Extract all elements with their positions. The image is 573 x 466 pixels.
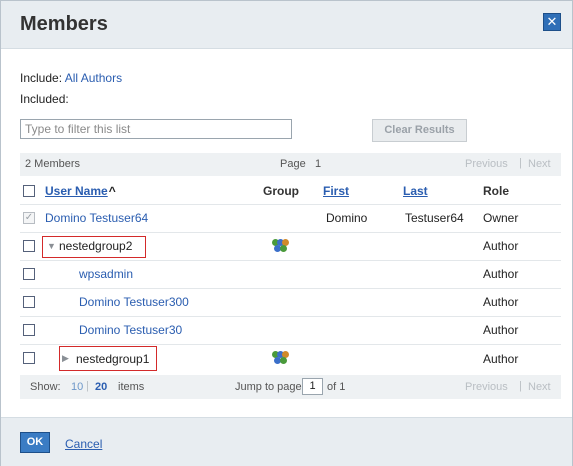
page-size-10-link[interactable]: 10: [71, 381, 83, 393]
jump-to-page-input[interactable]: 1: [302, 378, 323, 395]
role: Author: [483, 295, 519, 309]
filter-placeholder: Type to filter this list: [25, 122, 131, 136]
column-group: Group: [263, 184, 299, 198]
page-total: of 1: [327, 381, 346, 393]
column-first[interactable]: First: [323, 184, 349, 198]
include-line: Include: All Authors: [20, 71, 122, 85]
page-number: 1: [315, 158, 322, 170]
dialog-header: Members ✕: [1, 1, 572, 49]
role: Owner: [483, 211, 519, 225]
last-name: Testuser64: [405, 211, 464, 225]
role: Author: [483, 239, 519, 253]
close-button[interactable]: ✕: [543, 13, 561, 31]
next-link[interactable]: Next: [528, 158, 551, 170]
column-last[interactable]: Last: [403, 184, 428, 198]
include-label: Include:: [20, 71, 63, 85]
items-label: items: [118, 381, 145, 393]
row-checkbox[interactable]: [23, 240, 35, 252]
close-icon: ✕: [546, 14, 558, 29]
member-count: 2 Members: [25, 158, 81, 170]
page-size-20: 20: [95, 381, 108, 393]
row-checkbox[interactable]: [23, 296, 35, 308]
page-size-separator: |: [86, 380, 89, 392]
column-role: Role: [483, 184, 510, 198]
show-label: Show:: [30, 381, 61, 393]
role: Author: [483, 267, 519, 281]
cancel-link[interactable]: Cancel: [65, 437, 102, 451]
group-name[interactable]: nestedgroup1: [76, 352, 149, 366]
user-name-link[interactable]: Domino Testuser30: [79, 323, 182, 337]
collapse-icon[interactable]: ▼: [47, 241, 56, 251]
filter-input[interactable]: Type to filter this list: [20, 119, 292, 139]
user-name-link[interactable]: Domino Testuser64: [45, 211, 148, 225]
select-all-checkbox[interactable]: [23, 185, 35, 197]
next-link[interactable]: Next: [528, 381, 551, 393]
previous-link[interactable]: Previous: [465, 381, 508, 393]
members-dialog: Members ✕ Include: All Authors Included:…: [0, 0, 573, 466]
pager-separator: |: [519, 380, 522, 392]
pager-bottom: Show: 10 | 20 items Jump to page 1 of 1 …: [20, 375, 561, 399]
previous-link[interactable]: Previous: [465, 158, 508, 170]
ok-button[interactable]: OK: [20, 432, 50, 453]
page-label: Page: [280, 158, 306, 170]
user-name-link[interactable]: Domino Testuser300: [79, 295, 189, 309]
pager-separator: |: [519, 157, 522, 169]
group-icon: [272, 239, 290, 253]
role: Author: [483, 352, 519, 366]
clear-results-button[interactable]: Clear Results: [372, 119, 467, 142]
group-name[interactable]: nestedgroup2: [59, 239, 132, 253]
expand-icon[interactable]: ▶: [62, 353, 69, 364]
pager-top: 2 Members Page 1 Previous | Next: [20, 153, 561, 176]
user-name-link[interactable]: wpsadmin: [79, 267, 133, 281]
row-checkbox[interactable]: [23, 324, 35, 336]
jump-to-page-label: Jump to page: [235, 381, 302, 393]
column-user-name[interactable]: User Name^: [45, 184, 116, 198]
included-label: Included:: [20, 92, 69, 106]
first-name: Domino: [326, 211, 368, 225]
row-checkbox: ✓: [23, 212, 35, 224]
dialog-footer: OK Cancel: [1, 417, 572, 466]
dialog-title: Members: [20, 13, 108, 35]
include-all-authors-link[interactable]: All Authors: [65, 71, 122, 85]
sort-ascending-icon: ^: [108, 184, 116, 198]
role: Author: [483, 323, 519, 337]
column-user-name-label: User Name: [45, 184, 108, 198]
row-checkbox[interactable]: [23, 268, 35, 280]
group-icon: [272, 351, 290, 365]
row-checkbox[interactable]: [23, 352, 35, 364]
